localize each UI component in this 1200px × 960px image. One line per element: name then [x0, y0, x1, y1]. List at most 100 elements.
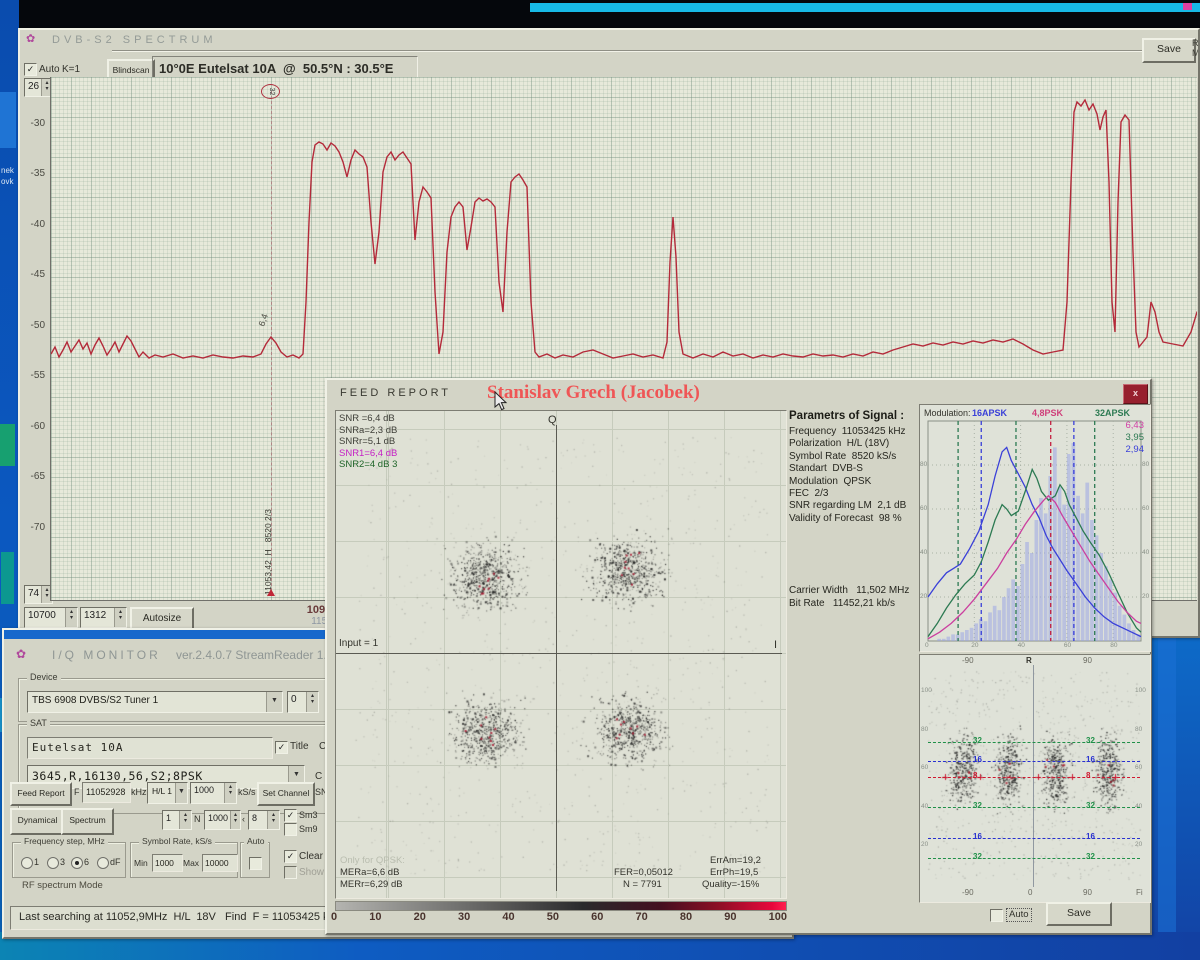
start-frequency-spinner[interactable]: 10700▴▾	[24, 607, 78, 628]
span-spinner[interactable]: 1312▴▾	[80, 607, 127, 628]
spectrum-mode-button[interactable]: Spectrum	[61, 808, 114, 835]
radio-dot	[75, 861, 79, 865]
modulation-chart-panel[interactable]: Modulation: 16APSK4,8PSK32APSK6,433,952,…	[919, 404, 1151, 652]
desktop-icon-blob[interactable]	[0, 92, 16, 148]
sat-group-label: SAT	[27, 718, 50, 728]
scan-top-label: R	[1026, 656, 1032, 665]
sm9-checkbox[interactable]	[284, 823, 297, 836]
device-index-spinner[interactable]: 0▴▾	[287, 691, 319, 713]
desktop-icon-blob[interactable]	[1, 552, 14, 604]
feed-report-window: FEED REPORT Stanislav Grech (Jacobek) x …	[325, 378, 1152, 935]
sm3-checkbox[interactable]	[284, 809, 297, 822]
frequency-field[interactable]: 11052928	[82, 782, 131, 803]
transponder-marker-bubble[interactable]: 32	[261, 84, 280, 99]
signal-parameter: Carrier Width 11,502 MHz	[789, 585, 919, 597]
scan-threshold-label: 16	[1086, 832, 1095, 841]
set-channel-button[interactable]: Set Channel	[257, 782, 315, 806]
n1-spinner[interactable]: 1▴▾	[162, 810, 192, 830]
quality-scale-tick: 100	[769, 911, 787, 925]
chevron-down-icon[interactable]: ▼	[175, 783, 187, 803]
min-label: Min	[134, 858, 148, 868]
desktop-icon-label: ovk	[1, 177, 13, 186]
scan-center-line	[1033, 665, 1034, 887]
spinner-arrows-icon[interactable]: ▴▾	[267, 811, 279, 829]
phase-scan-panel[interactable]: -90R90-90090Fi10010080806060404020203232…	[919, 654, 1151, 903]
y-axis-tick: -70	[31, 522, 45, 533]
spinner-arrows-icon[interactable]: ▴▾	[230, 811, 240, 829]
scan-threshold-label: 32	[1086, 801, 1095, 810]
mod-y-tick: 60	[920, 505, 927, 512]
signal-parameters-extra: Carrier Width 11,502 MHzBit Rate 11452,2…	[789, 585, 919, 610]
constellation-panel[interactable]: SNR =6,4 dBSNRa=2,3 dBSNRr=5,1 dBSNR1=6,…	[335, 410, 787, 899]
scan-bottom-label: Fi	[1136, 888, 1143, 897]
show-checkbox[interactable]	[284, 866, 297, 879]
snr-readouts: SNR =6,4 dBSNRa=2,3 dBSNRr=5,1 dBSNR1=6,…	[339, 413, 397, 471]
quality-scale-tick: 80	[680, 911, 692, 925]
mera-readout: MERa=6,6 dB	[340, 867, 399, 878]
frequency-step-group: Frequency step, MHz 136dF	[12, 842, 126, 878]
scan-top-label: 90	[1083, 656, 1092, 665]
spinner-arrows-icon[interactable]: ▴▾	[306, 692, 318, 712]
n2-spinner[interactable]: 1000▴▾	[204, 810, 241, 830]
symbolrate-spinner[interactable]: 1000▴▾	[190, 782, 237, 804]
spinner-arrows-icon[interactable]: ▴▾	[179, 811, 191, 829]
scan-y-tick: 100	[921, 687, 932, 694]
frequency-step-radio-1[interactable]	[21, 857, 33, 869]
dynamical-button[interactable]: Dynamical	[10, 808, 65, 835]
modulation-legend-16APSK: 16APSK	[972, 408, 1007, 418]
sr-auto-checkbox[interactable]	[249, 857, 262, 870]
satellite-name-field[interactable]: Eutelsat 10A	[27, 737, 273, 759]
spectrum-save-button[interactable]: Save	[1142, 38, 1196, 63]
watermark-text: Stanislav Grech (Jacobek)	[487, 382, 700, 404]
n3-spinner[interactable]: 8▴▾	[248, 810, 280, 830]
title-checkbox[interactable]	[275, 741, 288, 754]
frequency-step-radio-6[interactable]	[71, 857, 83, 869]
symbol-rate-label: Symbol Rate, kS/s	[139, 836, 215, 846]
scan-threshold-label: 8	[973, 771, 977, 780]
feed-auto-checkbox[interactable]	[990, 909, 1003, 922]
feed-report-title: FEED REPORT	[340, 387, 451, 399]
y-axis-tick: -35	[31, 168, 45, 179]
input-label: Input = 1	[339, 638, 378, 649]
signal-parameter: SNR regarding LM 2,1 dB	[789, 500, 919, 512]
y-axis-tick: -65	[31, 471, 45, 482]
desktop-right-band	[1158, 638, 1176, 938]
close-button[interactable]: x	[1123, 384, 1148, 404]
q-axis-label: Q	[548, 414, 557, 426]
device-select[interactable]: TBS 6908 DVBS/S2 Tuner 1▼	[27, 691, 283, 713]
spinner-arrows-icon[interactable]: ▴▾	[224, 783, 236, 803]
snr-line: SNR2=4 dB 3	[339, 459, 397, 471]
device-group-label: Device	[27, 672, 61, 682]
frequency-step-radio-3[interactable]	[47, 857, 59, 869]
frequency-step-radio-label: dF	[110, 857, 121, 867]
frequency-step-radio-dF[interactable]	[97, 857, 109, 869]
scan-threshold-label: 32	[973, 801, 982, 810]
spectrum-window-title: DVB-S2 SPECTRUM	[52, 34, 217, 46]
signal-parameter: Bit Rate 11452,21 kb/s	[789, 598, 919, 610]
min-field[interactable]: 1000	[152, 854, 183, 872]
scan-y-tick: 60	[1135, 764, 1142, 771]
desktop-icon-blob[interactable]	[0, 424, 15, 466]
feed-save-button[interactable]: Save	[1046, 902, 1112, 926]
quality-scale-tick: 60	[591, 911, 603, 925]
fer-readout: FER=0,05012	[614, 867, 673, 878]
polarization-select[interactable]: H/L 1▼	[147, 782, 188, 804]
snr-line: SNRa=2,3 dB	[339, 425, 397, 437]
status-text: Last searching at 11052,9MHz H/L 18V Fin…	[19, 911, 342, 923]
clear-checkbox[interactable]	[284, 850, 297, 863]
chevron-down-icon[interactable]: ▼	[266, 692, 282, 712]
scan-threshold-label: 16	[973, 832, 982, 841]
snr-line: SNR =6,4 dB	[339, 413, 397, 425]
max-field[interactable]: 10000	[202, 854, 238, 872]
spinner-arrows-icon[interactable]: ▴▾	[65, 608, 77, 627]
sm9-checkbox-label: Sm9	[299, 824, 318, 834]
scan-y-tick: 20	[1135, 841, 1142, 848]
scan-threshold-label: 32	[973, 736, 982, 745]
signal-parameter: Symbol Rate 8520 kS/s	[789, 451, 919, 463]
feed-report-button[interactable]: Feed Report	[10, 782, 72, 806]
autosize-button[interactable]: Autosize	[130, 607, 194, 630]
scan-y-tick: 80	[921, 726, 928, 733]
scan-threshold-line	[928, 742, 1140, 743]
spinner-arrows-icon[interactable]: ▴▾	[114, 608, 126, 627]
mod-y-tick: 80	[1142, 461, 1149, 468]
